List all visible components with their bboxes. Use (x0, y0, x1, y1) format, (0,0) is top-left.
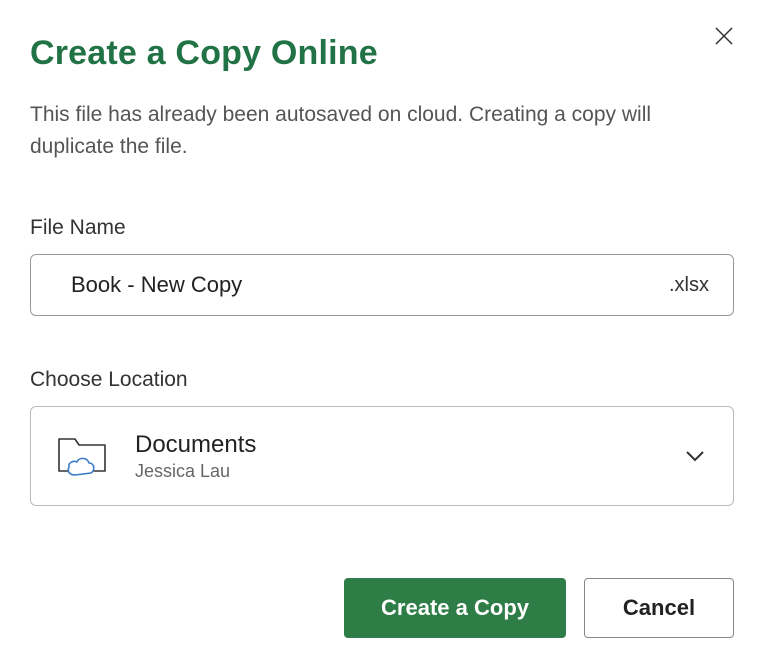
cancel-button[interactable]: Cancel (584, 578, 734, 638)
close-icon (714, 26, 734, 46)
folder-cloud-icon (55, 427, 113, 485)
button-row: Create a Copy Cancel (344, 578, 734, 638)
location-label: Choose Location (30, 368, 734, 392)
close-button[interactable] (712, 24, 736, 48)
filename-label: File Name (30, 216, 734, 240)
location-selector[interactable]: Documents Jessica Lau (30, 406, 734, 506)
dialog-description: This file has already been autosaved on … (30, 99, 734, 162)
location-text: Documents Jessica Lau (135, 431, 683, 482)
location-name: Documents (135, 431, 683, 459)
filename-input[interactable] (71, 255, 657, 315)
location-subtitle: Jessica Lau (135, 461, 683, 482)
filename-input-row: .xlsx (30, 254, 734, 316)
chevron-down-icon (683, 444, 707, 468)
file-extension: .xlsx (657, 274, 709, 297)
create-copy-button[interactable]: Create a Copy (344, 578, 566, 638)
dialog-title: Create a Copy Online (30, 34, 734, 73)
